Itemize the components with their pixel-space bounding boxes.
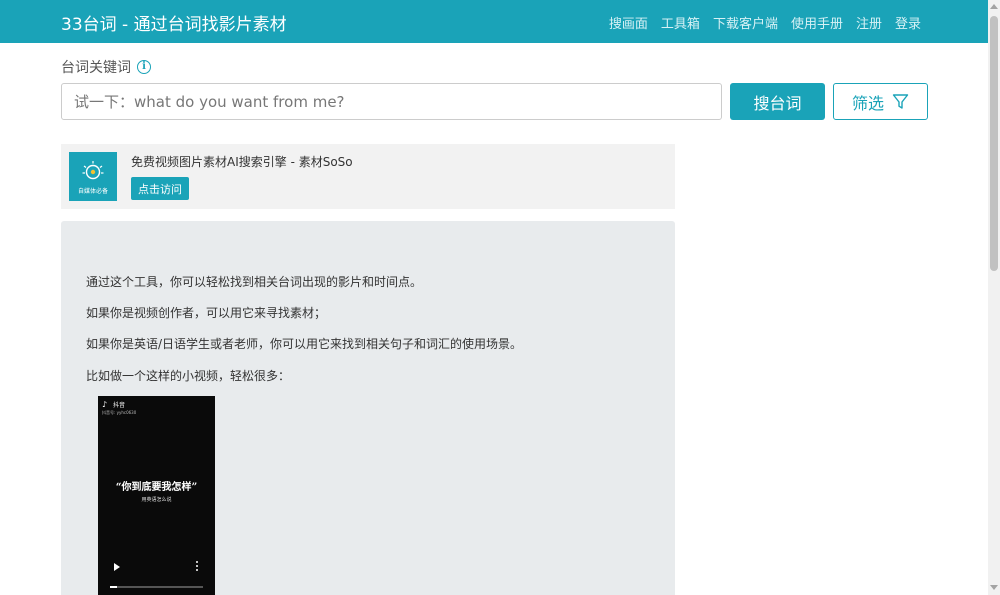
- top-navbar: 33台词 - 通过台词找影片素材 搜画面 工具箱 下载客户端 使用手册 注册 登…: [0, 0, 988, 43]
- nav-links: 搜画面 工具箱 下载客户端 使用手册 注册 登录: [609, 13, 921, 32]
- scrollbar-thumb[interactable]: [990, 16, 998, 271]
- nav-link-login[interactable]: 登录: [895, 13, 921, 32]
- funnel-icon: [892, 94, 909, 109]
- more-vertical-icon[interactable]: [195, 561, 199, 573]
- video-progress-bar[interactable]: [110, 586, 203, 588]
- nav-link-register[interactable]: 注册: [856, 13, 882, 32]
- intro-panel: 通过这个工具，你可以轻松找到相关台词出现的影片和时间点。 如果你是视频创作者，可…: [61, 221, 675, 595]
- video-progress-fill: [110, 586, 117, 588]
- ad-title: 免费视频图片素材AI搜索引擎 - 素材SoSo: [131, 155, 353, 169]
- ad-banner: 自媒体必备 免费视频图片素材AI搜索引擎 - 素材SoSo 点击访问: [61, 144, 675, 209]
- visit-button[interactable]: 点击访问: [131, 177, 189, 200]
- lightbulb-icon: [82, 161, 104, 180]
- intro-paragraph: 如果你是英语/日语学生或者老师，你可以用它来找到相关句子和词汇的使用场景。: [86, 337, 523, 351]
- nav-link-search-frames[interactable]: 搜画面: [609, 13, 648, 32]
- search-button-label: 搜台词: [753, 95, 802, 113]
- site-brand[interactable]: 33台词 - 通过台词找影片素材: [61, 10, 287, 35]
- search-label-row: 台词关键词 i: [61, 57, 151, 77]
- play-icon[interactable]: [114, 563, 120, 571]
- nav-link-manual[interactable]: 使用手册: [791, 13, 843, 32]
- tiktok-account-id: 抖音号: yyhc0630: [102, 410, 137, 415]
- tiktok-logo-icon: ♪: [102, 400, 108, 409]
- visit-button-label: 点击访问: [138, 182, 182, 196]
- nav-link-download-client[interactable]: 下载客户端: [713, 13, 778, 32]
- search-input[interactable]: [61, 83, 722, 120]
- intro-paragraph: 比如做一个这样的小视频，轻松很多：: [86, 369, 291, 383]
- search-button[interactable]: 搜台词: [730, 83, 825, 120]
- tiktok-app-name: 抖音: [113, 402, 126, 409]
- search-label: 台词关键词: [61, 60, 131, 76]
- intro-paragraph: 如果你是视频创作者，可以用它来寻找素材；: [86, 306, 327, 320]
- filter-button[interactable]: 筛选: [833, 83, 928, 120]
- scroll-up-arrow-icon[interactable]: [990, 4, 998, 9]
- video-caption: “你到底要我怎样”: [115, 482, 198, 493]
- scroll-down-arrow-icon[interactable]: [990, 585, 998, 590]
- filter-button-label: 筛选: [851, 95, 884, 113]
- info-circle-icon[interactable]: i: [137, 60, 151, 74]
- intro-paragraph: 通过这个工具，你可以轻松找到相关台词出现的影片和时间点。: [86, 275, 423, 289]
- page-scrollbar[interactable]: [988, 0, 1000, 595]
- ad-logo[interactable]: 自媒体必备: [69, 152, 117, 201]
- video-subcaption: 用英语怎么说: [141, 497, 172, 503]
- ad-logo-text: 自媒体必备: [77, 188, 108, 195]
- example-video-player[interactable]: ♪ 抖音 抖音号: yyhc0630 “你到底要我怎样” 用英语怎么说: [98, 396, 215, 595]
- nav-link-toolbox[interactable]: 工具箱: [661, 13, 700, 32]
- tiktok-header: ♪ 抖音: [102, 400, 125, 409]
